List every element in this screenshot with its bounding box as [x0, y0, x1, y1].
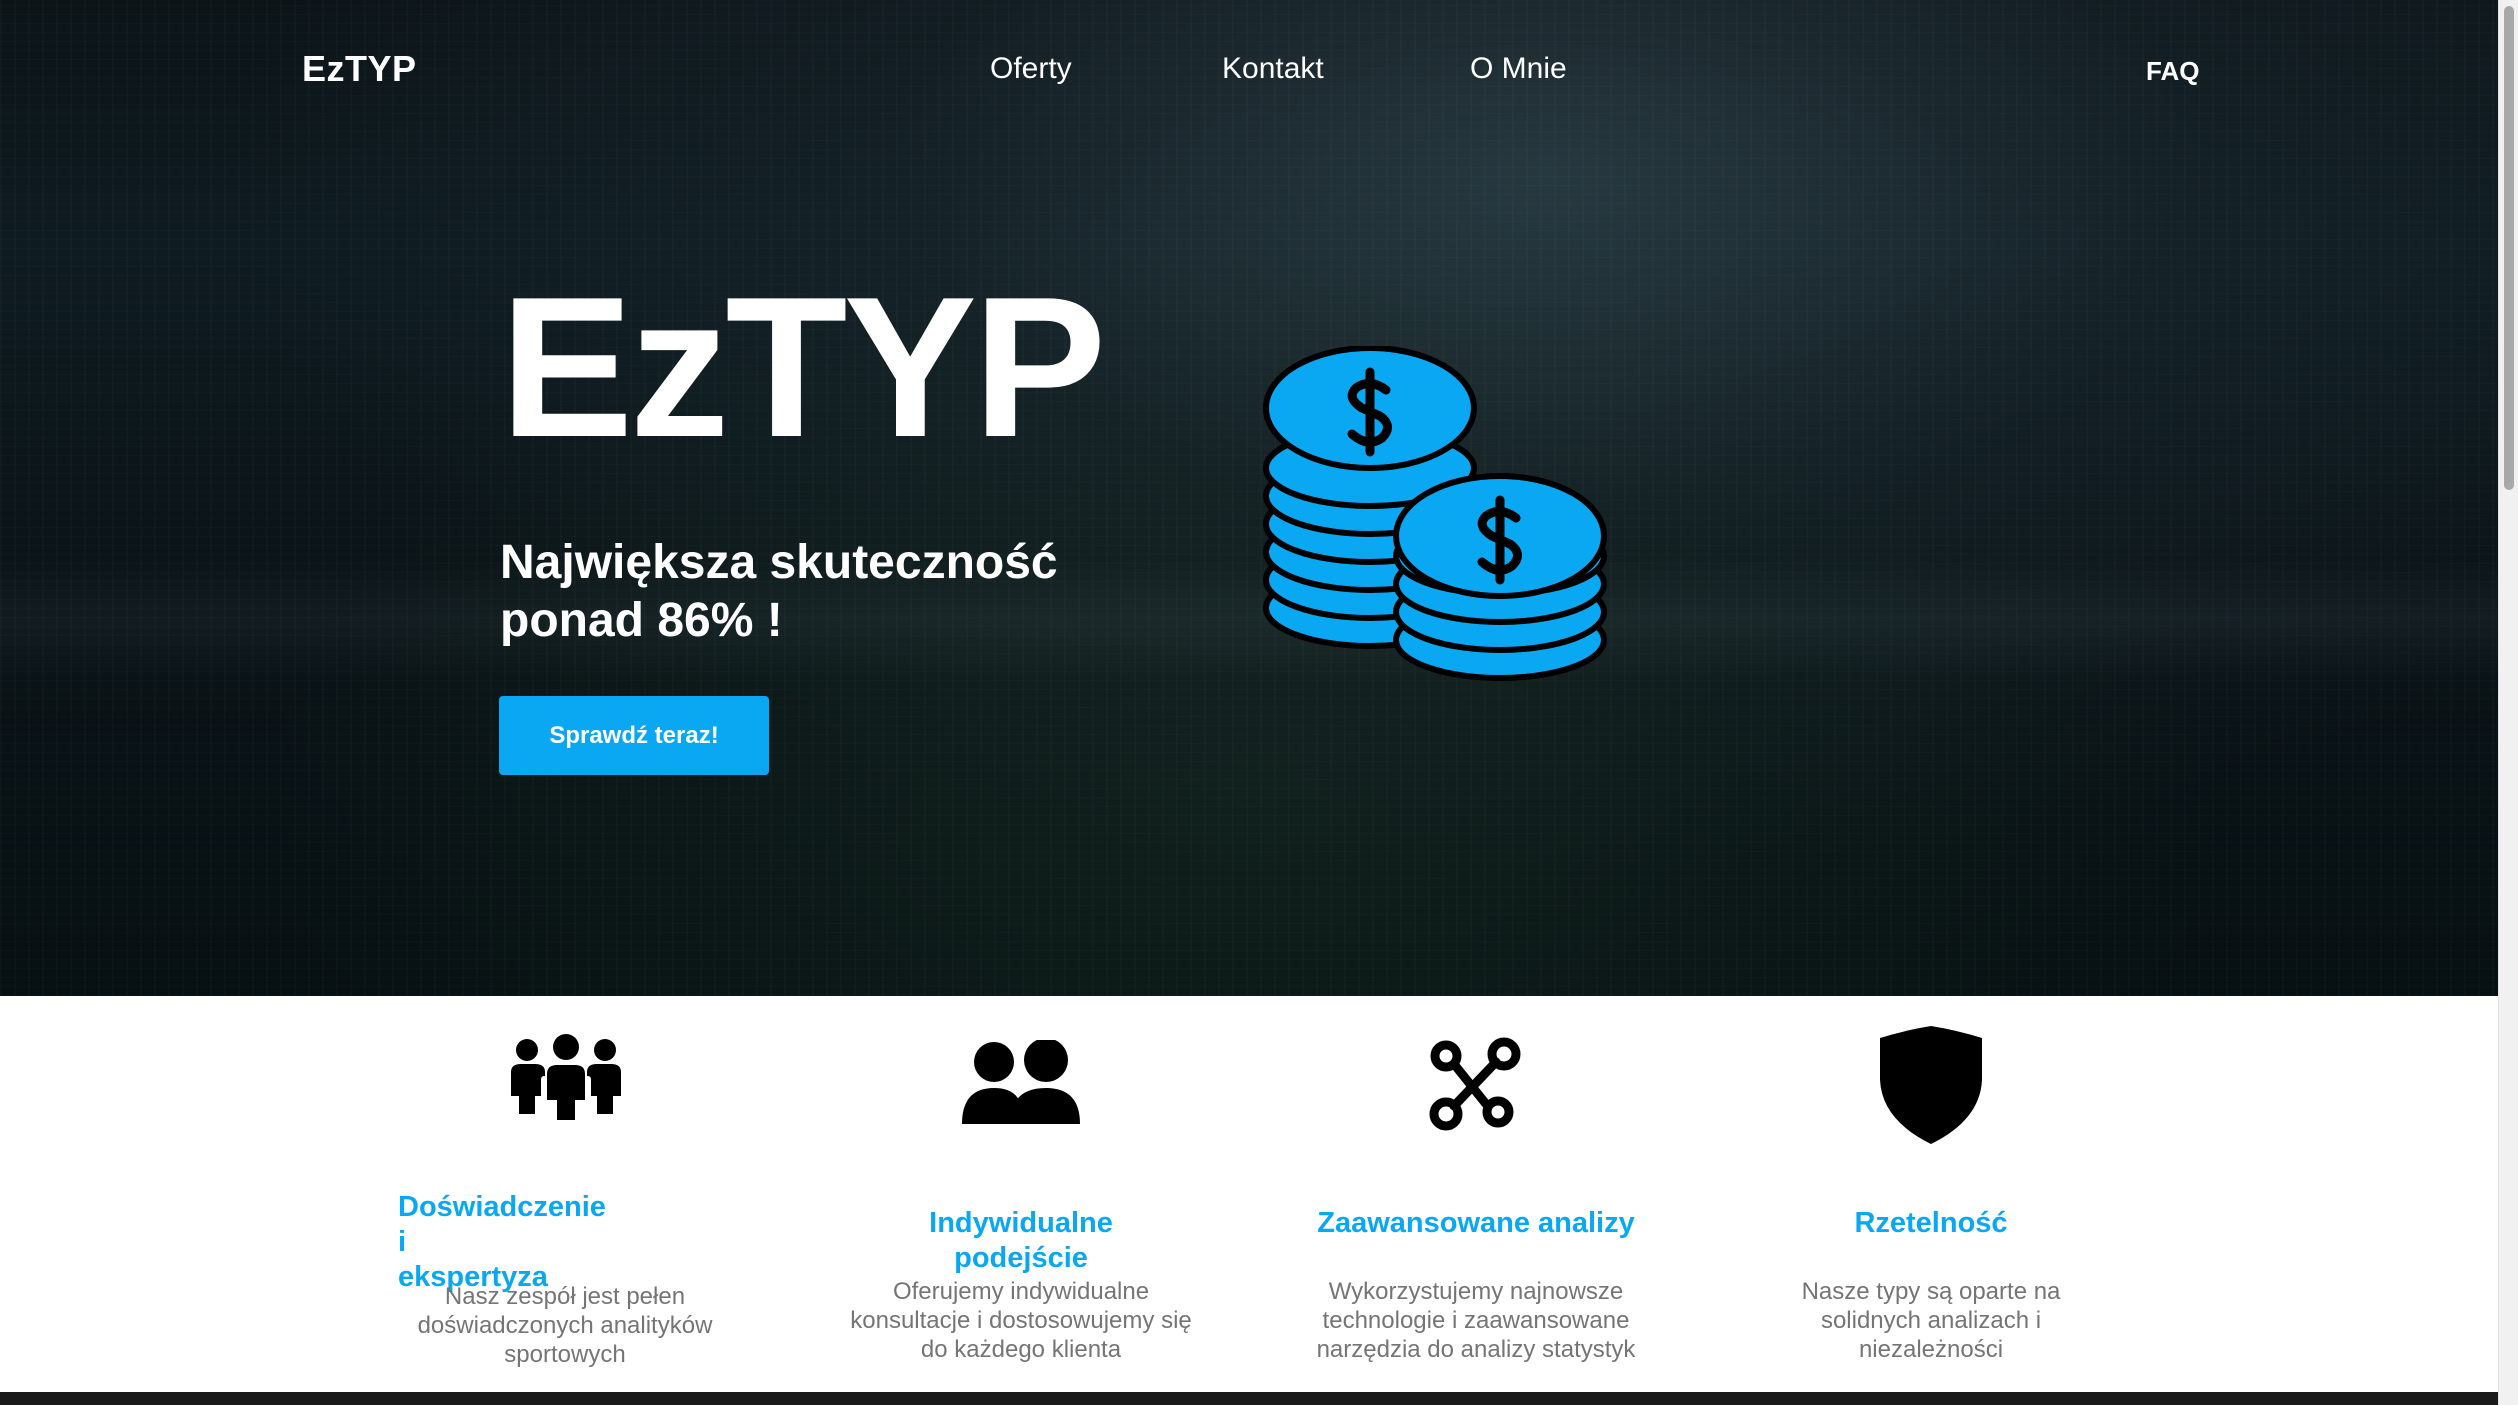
page: EzTYP Oferty Kontakt O Mnie FAQ EzTYP Na…: [0, 0, 2518, 1405]
scrollbar-thumb[interactable]: [2504, 6, 2514, 490]
features-section: Doświadczenie i ekspertyza Nasz zespół j…: [0, 996, 2498, 1392]
analytics-icon: [1429, 1037, 1521, 1131]
top-nav: EzTYP Oferty Kontakt O Mnie FAQ: [0, 0, 2498, 140]
feature-desc-line: sportowych: [504, 1341, 626, 1368]
feature-desc-line: technologie i zaawansowane: [1322, 1307, 1630, 1334]
feature-title-line1: Doświadczenie i: [398, 1191, 606, 1258]
feature-description: Nasze typy są oparte na solidnych analiz…: [1751, 1277, 2111, 1364]
group-icon: [511, 1034, 621, 1120]
coins-stack-icon: [1263, 346, 1607, 681]
feature-desc-line: konsultacje i dostosowujemy się: [850, 1307, 1192, 1334]
feature-title: Rzetelność: [1854, 1207, 2008, 1239]
hero-title: EzTYP: [500, 256, 1106, 479]
vertical-scrollbar[interactable]: [2498, 0, 2518, 1405]
shield-icon: [1880, 1026, 1982, 1144]
feature-desc-line: solidnych analizach i: [1820, 1307, 2042, 1334]
feature-description: Oferujemy indywidualne konsultacje i dos…: [841, 1277, 1201, 1364]
feature-description: Nasz zespół jest pełen doświadczonych an…: [385, 1282, 745, 1369]
nav-link-o-mnie[interactable]: O Mnie: [1470, 52, 1567, 86]
feature-desc-line: doświadczonych analityków: [417, 1312, 713, 1339]
nav-link-kontakt[interactable]: Kontakt: [1222, 52, 1324, 86]
feature-desc-line: Oferujemy indywidualne: [892, 1278, 1150, 1305]
check-now-button[interactable]: Sprawdź teraz!: [499, 696, 769, 775]
feature-desc-line: narzędzia do analizy statystyk: [1316, 1336, 1636, 1363]
hero-tagline-line1: Największa skuteczność: [500, 536, 1058, 589]
nav-link-faq[interactable]: FAQ: [2146, 56, 2199, 87]
hero-tagline: Największa skuteczność ponad 86% !: [500, 534, 1058, 650]
feature-title: Zaawansowane analizy: [1317, 1207, 1635, 1239]
feature-title: Indywidualne podejście: [929, 1207, 1113, 1274]
hero-section: [0, 0, 2498, 996]
feature-description: Wykorzystujemy najnowsze technologie i z…: [1296, 1277, 1656, 1364]
logo[interactable]: EzTYP: [302, 48, 417, 90]
hero-tagline-line2: ponad 86% !: [500, 594, 783, 647]
feature-desc-line: Wykorzystujemy najnowsze: [1328, 1278, 1624, 1305]
users-icon: [962, 1040, 1080, 1124]
feature-title: Doświadczenie i ekspertyza: [398, 1190, 606, 1295]
bottom-edge: [0, 1392, 2498, 1405]
feature-desc-line: Nasz zespół jest pełen: [444, 1283, 686, 1310]
feature-desc-line: do każdego klienta: [920, 1336, 1122, 1363]
feature-desc-line: niezależności: [1858, 1336, 2004, 1363]
feature-desc-line: Nasze typy są oparte na: [1801, 1278, 2061, 1305]
nav-link-oferty[interactable]: Oferty: [990, 52, 1072, 86]
